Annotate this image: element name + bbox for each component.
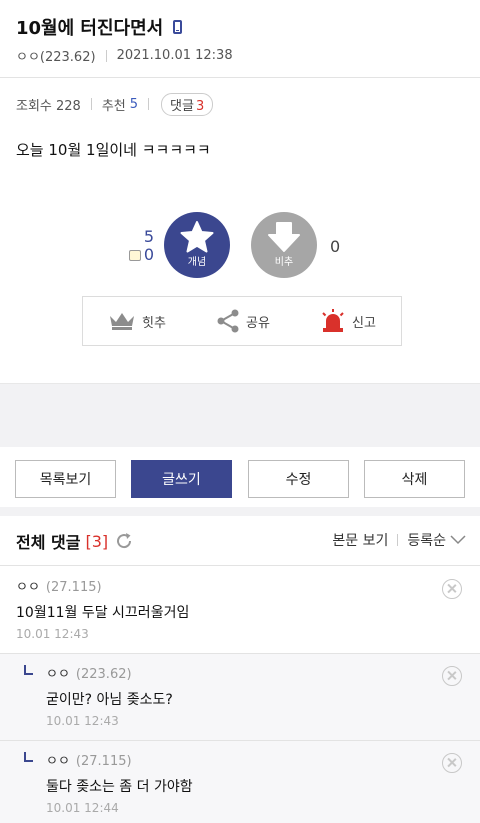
upvote-label: 개념 (187, 257, 207, 268)
comment-text: 둘다 좆소는 좀 더 가야함 (46, 779, 193, 795)
comment-author-ip: (27.115) (45, 580, 102, 595)
meta-divider (90, 98, 92, 110)
post-stats: 조회수 228 추천 5 댓글 3 (16, 92, 214, 116)
post-title-text: 10월에 터진다면서 (16, 18, 164, 39)
comments-header: 전체 댓글 [3] 본문 보기 등록순 (0, 516, 480, 566)
recommend-count: 5 (129, 96, 139, 112)
close-circle-icon[interactable] (442, 753, 462, 773)
hit-button[interactable]: 힛추 (108, 311, 166, 331)
vote-counts: 5 0 (118, 228, 154, 264)
reply-item: ㅇㅇ (27.115) 둘다 좆소는 좀 더 가야함 10.01 12:44 (0, 741, 480, 823)
comment-author-name: ㅇㅇ (46, 754, 70, 769)
chevron-down-icon[interactable] (450, 535, 466, 545)
share-button[interactable]: 공유 (216, 309, 270, 333)
comment-author-ip: (27.115) (75, 754, 132, 769)
divider-band (0, 507, 480, 516)
share-icon (217, 309, 239, 333)
post-body: 오늘 10월 1일이네 ㅋㅋㅋㅋㅋ (16, 141, 211, 159)
spacer-band (0, 383, 480, 447)
comment-date: 10.01 12:44 (46, 801, 119, 815)
share-label: 공유 (246, 315, 270, 331)
comment-date: 10.01 12:43 (16, 627, 89, 641)
close-circle-icon[interactable] (442, 666, 462, 686)
fixed-user-icon (128, 250, 141, 261)
crown-icon (110, 313, 135, 330)
delete-button[interactable]: 삭제 (364, 460, 465, 498)
comments-title: 전체 댓글 [3] (16, 529, 133, 553)
comment-text: 굳이만? 아님 좆소도? (46, 692, 173, 708)
edit-button[interactable]: 수정 (248, 460, 349, 498)
reply-arrow-icon (24, 665, 33, 675)
comment-author-ip: (223.62) (75, 667, 132, 682)
up-vote-count: 5 (143, 227, 154, 246)
meta-divider (105, 49, 107, 62)
post-author[interactable]: ㅇㅇ(223.62) (16, 46, 96, 65)
comment-author[interactable]: ㅇㅇ (27.115) (16, 576, 102, 595)
fixed-vote-count: 0 (118, 246, 154, 264)
write-button[interactable]: 글쓰기 (131, 460, 232, 498)
comment-author-name: ㅇㅇ (16, 580, 40, 595)
post-button-row: 목록보기 글쓰기 수정 삭제 (0, 460, 480, 500)
meta-divider (397, 534, 399, 546)
upvote-button[interactable]: 개념 (164, 212, 230, 278)
down-arrow-icon (268, 222, 300, 252)
refresh-icon[interactable] (115, 532, 133, 550)
recommend-label: 추천 (101, 98, 126, 114)
meta-divider (148, 98, 150, 110)
vote-area: 5 0 개념 비추 0 (0, 210, 480, 282)
comments-tools: 본문 보기 등록순 (332, 530, 466, 550)
view-body-link[interactable]: 본문 보기 (332, 530, 388, 550)
comment-count-value: 3 (195, 98, 205, 114)
star-icon (180, 221, 214, 253)
comment-count-label: 댓글 (170, 98, 194, 114)
post-header: 10월에 터진다면서 ㅇㅇ(223.62) 2021.10.01 12:38 (0, 0, 480, 78)
report-label: 신고 (352, 315, 376, 331)
comments-total: [3] (85, 531, 109, 551)
comment-author[interactable]: ㅇㅇ (223.62) (46, 663, 132, 682)
comment-text: 10월11월 두달 시끄러울거임 (16, 605, 190, 621)
mobile-phone-icon (173, 20, 183, 34)
comment-author-name: ㅇㅇ (46, 667, 70, 682)
post-meta: ㅇㅇ(223.62) 2021.10.01 12:38 (16, 46, 233, 65)
down-vote-count: 0 (330, 237, 341, 256)
fixed-vote-value: 0 (143, 245, 154, 264)
post-datetime: 2021.10.01 12:38 (116, 48, 233, 63)
reply-item: ㅇㅇ (223.62) 굳이만? 아님 좆소도? 10.01 12:43 (0, 654, 480, 741)
comment-count-badge[interactable]: 댓글 3 (161, 92, 214, 116)
list-button[interactable]: 목록보기 (15, 460, 116, 498)
close-circle-icon[interactable] (442, 579, 462, 599)
downvote-button[interactable]: 비추 (251, 212, 317, 278)
views-count: 조회수 228 (16, 98, 81, 114)
report-button[interactable]: 신고 (320, 309, 376, 333)
siren-icon (322, 309, 344, 332)
comment-date: 10.01 12:43 (46, 714, 119, 728)
reply-arrow-icon (24, 752, 33, 762)
post-action-box: 힛추 공유 신고 (82, 296, 402, 346)
downvote-label: 비추 (274, 257, 294, 268)
comment-item: ㅇㅇ (27.115) 10월11월 두달 시끄러울거임 10.01 12:43 (0, 567, 480, 654)
comment-author[interactable]: ㅇㅇ (27.115) (46, 750, 132, 769)
sort-select[interactable]: 등록순 (407, 530, 446, 550)
post-title: 10월에 터진다면서 (16, 14, 183, 40)
comments-title-text: 전체 댓글 (16, 533, 81, 552)
hit-label: 힛추 (142, 315, 166, 331)
